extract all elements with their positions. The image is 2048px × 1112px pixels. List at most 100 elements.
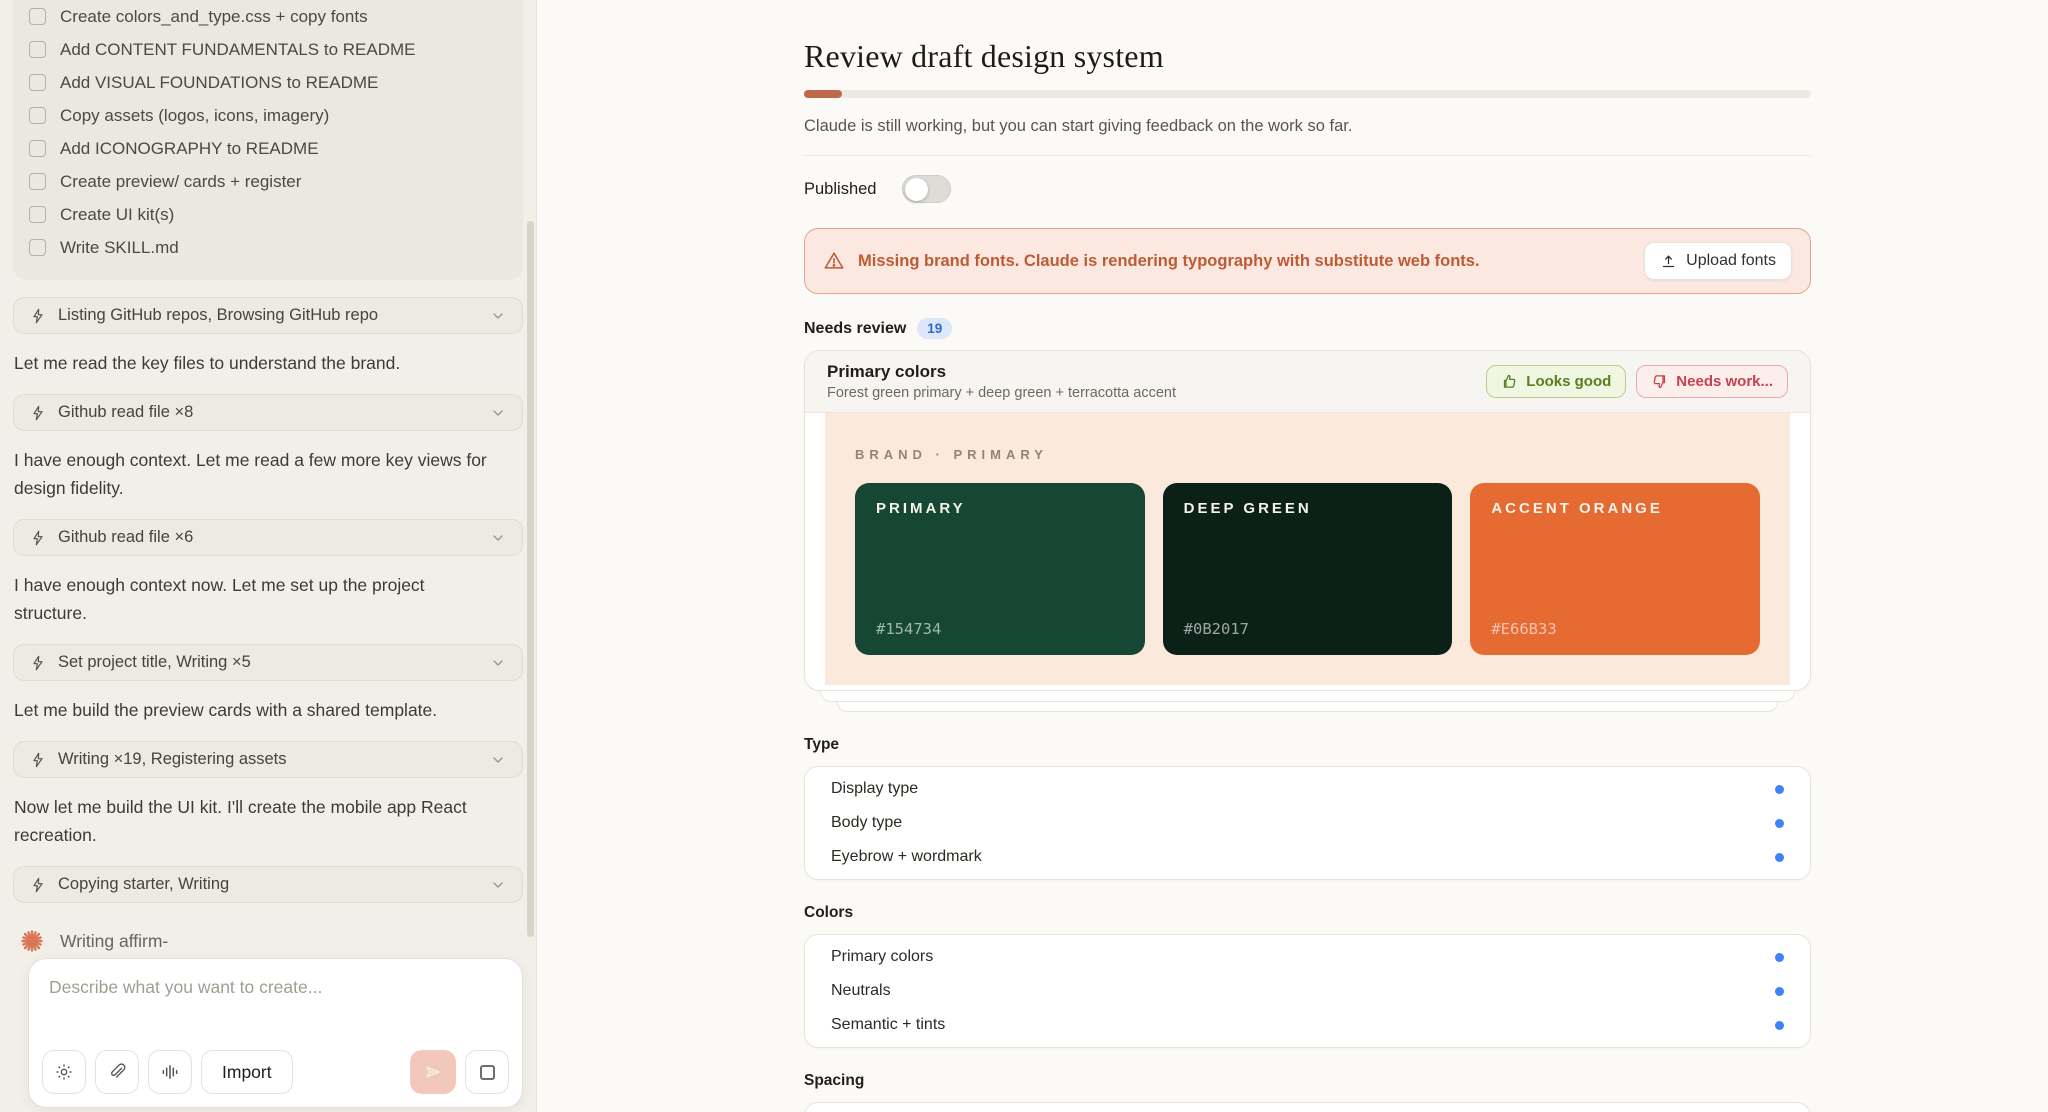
section-item-eyebrow-wordmark[interactable]: Eyebrow + wordmark bbox=[805, 840, 1810, 874]
claude-starburst-icon bbox=[20, 929, 44, 953]
published-toggle[interactable] bbox=[902, 175, 951, 203]
checklist-item-label: Add VISUAL FOUNDATIONS to README bbox=[60, 73, 378, 93]
checkbox[interactable] bbox=[29, 8, 46, 25]
checkbox[interactable] bbox=[29, 239, 46, 256]
checklist-item: Add ICONOGRAPHY to README bbox=[29, 132, 507, 165]
tool-call-chip[interactable]: Set project title, Writing ×5 bbox=[13, 644, 523, 681]
checklist-item: Copy assets (logos, icons, imagery) bbox=[29, 99, 507, 132]
swatch-hex: #E66B33 bbox=[1491, 620, 1739, 638]
looks-good-label: Looks good bbox=[1526, 373, 1611, 390]
voice-button[interactable] bbox=[148, 1050, 192, 1094]
tool-call-label: Github read file ×6 bbox=[58, 528, 478, 547]
section-heading-type: Type bbox=[804, 736, 1811, 754]
checkbox[interactable] bbox=[29, 107, 46, 124]
page-title: Review draft design system bbox=[804, 38, 1811, 75]
import-button[interactable]: Import bbox=[201, 1050, 293, 1094]
attach-button[interactable] bbox=[95, 1050, 139, 1094]
tool-call-chip[interactable]: Listing GitHub repos, Browsing GitHub re… bbox=[13, 297, 523, 334]
tool-call-chip[interactable]: Github read file ×6 bbox=[13, 519, 523, 556]
tool-call-label: Writing ×19, Registering assets bbox=[58, 750, 478, 769]
published-row: Published bbox=[804, 174, 1811, 204]
checkbox[interactable] bbox=[29, 173, 46, 190]
assistant-message: Now let me build the UI kit. I'll create… bbox=[14, 793, 494, 849]
stop-button[interactable] bbox=[465, 1050, 509, 1094]
tool-call-label: Set project title, Writing ×5 bbox=[58, 653, 478, 672]
assistant-message: I have enough context now. Let me set up… bbox=[14, 571, 494, 627]
section-item-label: Display type bbox=[831, 780, 918, 798]
brand-preview: BRAND · PRIMARY PRIMARY #154734 DEEP GRE… bbox=[825, 413, 1790, 685]
needs-work-button[interactable]: Needs work... bbox=[1636, 365, 1788, 398]
checklist-item: Create colors_and_type.css + copy fonts bbox=[29, 0, 507, 33]
send-button[interactable] bbox=[410, 1050, 456, 1094]
section-heading-colors: Colors bbox=[804, 904, 1811, 922]
checklist-item: Create preview/ cards + register bbox=[29, 165, 507, 198]
lightning-bolt-icon bbox=[30, 655, 46, 671]
composer-input[interactable] bbox=[49, 977, 504, 1027]
progress-bar bbox=[804, 90, 1811, 98]
section-item-label: Body type bbox=[831, 814, 902, 832]
sidebar-scrollbar[interactable] bbox=[527, 221, 534, 937]
working-status: Writing affirm- bbox=[20, 929, 522, 953]
working-status-label: Writing affirm- bbox=[60, 931, 168, 952]
page-subtitle: Claude is still working, but you can sta… bbox=[804, 117, 1811, 136]
tool-call-chip[interactable]: Github read file ×8 bbox=[13, 394, 523, 431]
section-item-neutrals[interactable]: Neutrals bbox=[805, 974, 1810, 1008]
chevron-down-icon bbox=[490, 655, 506, 671]
progress-bar-fill bbox=[804, 90, 842, 98]
tool-call-chip[interactable]: Copying starter, Writing bbox=[13, 866, 523, 903]
toggle-knob bbox=[905, 178, 928, 201]
checkbox[interactable] bbox=[29, 206, 46, 223]
thumbs-up-icon bbox=[1501, 373, 1518, 390]
lightning-bolt-icon bbox=[30, 308, 46, 324]
review-card-body: BRAND · PRIMARY PRIMARY #154734 DEEP GRE… bbox=[805, 413, 1810, 690]
settings-button[interactable] bbox=[42, 1050, 86, 1094]
checkbox[interactable] bbox=[29, 140, 46, 157]
checkbox[interactable] bbox=[29, 74, 46, 91]
checkbox[interactable] bbox=[29, 41, 46, 58]
chevron-down-icon bbox=[490, 308, 506, 324]
section-item-display-type[interactable]: Display type bbox=[805, 772, 1810, 806]
checklist-item-label: Copy assets (logos, icons, imagery) bbox=[60, 106, 329, 126]
lightning-bolt-icon bbox=[30, 530, 46, 546]
checklist-item-label: Add CONTENT FUNDAMENTALS to README bbox=[60, 40, 416, 60]
swatch-hex: #154734 bbox=[876, 620, 1124, 638]
upload-fonts-label: Upload fonts bbox=[1686, 252, 1776, 270]
looks-good-button[interactable]: Looks good bbox=[1486, 365, 1626, 398]
tool-call-chip[interactable]: Writing ×19, Registering assets bbox=[13, 741, 523, 778]
paperclip-icon bbox=[107, 1062, 127, 1082]
divider bbox=[804, 155, 1811, 156]
section-card-spacing bbox=[804, 1102, 1811, 1112]
checklist-item: Add VISUAL FOUNDATIONS to README bbox=[29, 66, 507, 99]
chevron-down-icon bbox=[490, 405, 506, 421]
swatch-name: ACCENT ORANGE bbox=[1491, 500, 1739, 517]
swatch-name: DEEP GREEN bbox=[1184, 500, 1432, 517]
lightning-bolt-icon bbox=[30, 405, 46, 421]
section-item-primary-colors[interactable]: Primary colors bbox=[805, 940, 1810, 974]
send-icon bbox=[423, 1062, 443, 1082]
color-swatch-accent-orange: ACCENT ORANGE #E66B33 bbox=[1470, 483, 1760, 655]
composer-controls: Import bbox=[42, 1050, 509, 1094]
section-item-semantic-tints[interactable]: Semantic + tints bbox=[805, 1008, 1810, 1042]
content-column: Review draft design system Claude is sti… bbox=[804, 38, 1811, 1112]
warning-icon bbox=[823, 250, 845, 272]
thumbs-down-icon bbox=[1651, 373, 1668, 390]
chevron-down-icon bbox=[490, 877, 506, 893]
upload-fonts-button[interactable]: Upload fonts bbox=[1644, 242, 1792, 280]
section-item-label: Primary colors bbox=[831, 948, 933, 966]
task-checklist: Create colors_and_type.css + copy fonts … bbox=[13, 0, 523, 280]
assistant-message: Let me build the preview cards with a sh… bbox=[14, 696, 494, 724]
preview-eyebrow: BRAND · PRIMARY bbox=[855, 447, 1760, 462]
section-item-body-type[interactable]: Body type bbox=[805, 806, 1810, 840]
section-item-label: Neutrals bbox=[831, 982, 891, 1000]
unreviewed-dot bbox=[1775, 987, 1784, 996]
review-actions: Looks good Needs work... bbox=[1486, 365, 1788, 398]
needs-work-label: Needs work... bbox=[1676, 373, 1773, 390]
checklist-item-label: Add ICONOGRAPHY to README bbox=[60, 139, 319, 159]
unreviewed-dot bbox=[1775, 819, 1784, 828]
upload-icon bbox=[1660, 253, 1677, 270]
checklist-item-label: Create colors_and_type.css + copy fonts bbox=[60, 7, 368, 27]
review-card-header: Primary colors Forest green primary + de… bbox=[805, 351, 1810, 413]
swatch-row: PRIMARY #154734 DEEP GREEN #0B2017 ACCEN… bbox=[855, 483, 1760, 655]
preview-panel: Review draft design system Claude is sti… bbox=[537, 0, 2048, 1112]
checklist-item-label: Write SKILL.md bbox=[60, 238, 179, 258]
